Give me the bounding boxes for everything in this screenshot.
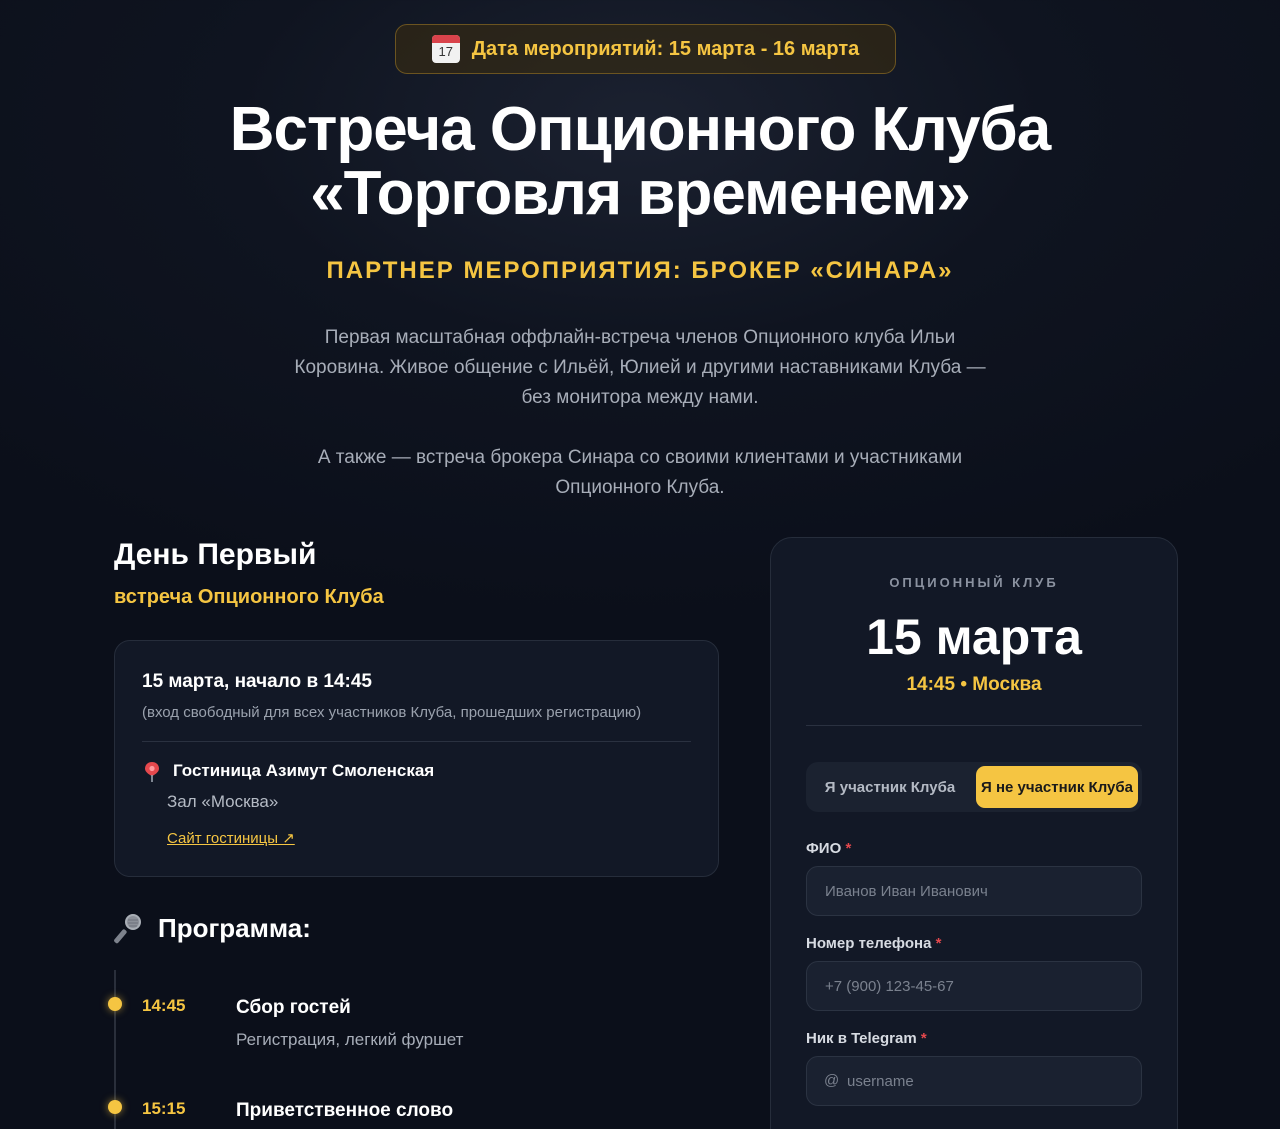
- required-mark: *: [935, 935, 942, 952]
- timeline-name: Приветственное слово: [236, 1100, 454, 1121]
- timeline-dot: [108, 997, 122, 1011]
- partner-line: ПАРТНЕР МЕРОПРИЯТИЯ: БРОКЕР «СИНАРА»: [326, 257, 954, 284]
- toggle-nonmember-button[interactable]: Я не участник Клуба: [976, 766, 1138, 808]
- registration-kicker: ОПЦИОННЫЙ КЛУБ: [889, 575, 1059, 590]
- phone-field[interactable]: [806, 961, 1142, 1011]
- event-date-badge: 17 Дата мероприятий: 15 марта - 16 марта: [395, 24, 896, 74]
- membership-toggle: Я участник Клуба Я не участник Клуба: [806, 762, 1142, 812]
- registration-time-place: 14:45 • Москва: [906, 674, 1042, 695]
- timeline-time: 15:15: [142, 1099, 186, 1118]
- timeline-desc: Регистрация, легкий фуршет: [236, 1030, 464, 1049]
- phone-label: Номер телефона *: [806, 935, 942, 952]
- divider: [142, 741, 691, 742]
- intro-paragraph-2: А также — встреча брокера Синара со свои…: [317, 447, 963, 498]
- page-title: Встреча Опционного Клуба «Торговля време…: [0, 98, 1280, 226]
- intro-paragraph-1: Первая масштабная оффлайн-встреча членов…: [294, 327, 986, 408]
- toggle-member-button[interactable]: Я участник Клуба: [810, 766, 970, 808]
- venue-name: Гостиница Азимут Смоленская: [173, 761, 435, 780]
- telegram-field[interactable]: [806, 1056, 1142, 1106]
- day-subtitle: встреча Опционного Клуба: [114, 586, 384, 608]
- at-sign-prefix: @: [824, 1072, 840, 1089]
- title-line-2: «Торговля временем»: [310, 159, 971, 228]
- timeline-name: Сбор гостей: [236, 997, 351, 1018]
- telegram-label: Ник в Telegram *: [806, 1030, 927, 1047]
- timeline-dot: [108, 1100, 122, 1114]
- event-date-text: Дата мероприятий: 15 марта - 16 марта: [471, 37, 860, 60]
- venue-when: 15 марта, начало в 14:45: [142, 671, 372, 692]
- calendar-icon: 17: [431, 35, 460, 63]
- required-mark: *: [920, 1030, 927, 1047]
- fio-label: ФИО *: [806, 840, 852, 857]
- program-title: Программа:: [158, 912, 311, 943]
- location-pin-icon: [145, 762, 159, 782]
- fio-field[interactable]: [806, 866, 1142, 916]
- hotel-site-link[interactable]: Сайт гостиницы ↗: [167, 829, 295, 847]
- timeline-time: 14:45: [142, 996, 186, 1015]
- venue-hall: Зал «Москва»: [167, 792, 279, 811]
- registration-date: 15 марта: [866, 609, 1082, 665]
- divider: [806, 725, 1142, 726]
- day-title: День Первый: [114, 538, 317, 571]
- required-mark: *: [845, 840, 852, 857]
- title-line-1: Встреча Опционного Клуба: [229, 95, 1051, 164]
- registration-card: ОПЦИОННЫЙ КЛУБ 15 марта 14:45 • Москва Я…: [770, 537, 1178, 1129]
- microphone-icon: [114, 914, 141, 944]
- venue-card: 15 марта, начало в 14:45 (вход свободный…: [114, 640, 719, 877]
- program-heading: Программа:: [114, 912, 311, 944]
- venue-note: (вход свободный для всех участников Клуб…: [142, 704, 642, 721]
